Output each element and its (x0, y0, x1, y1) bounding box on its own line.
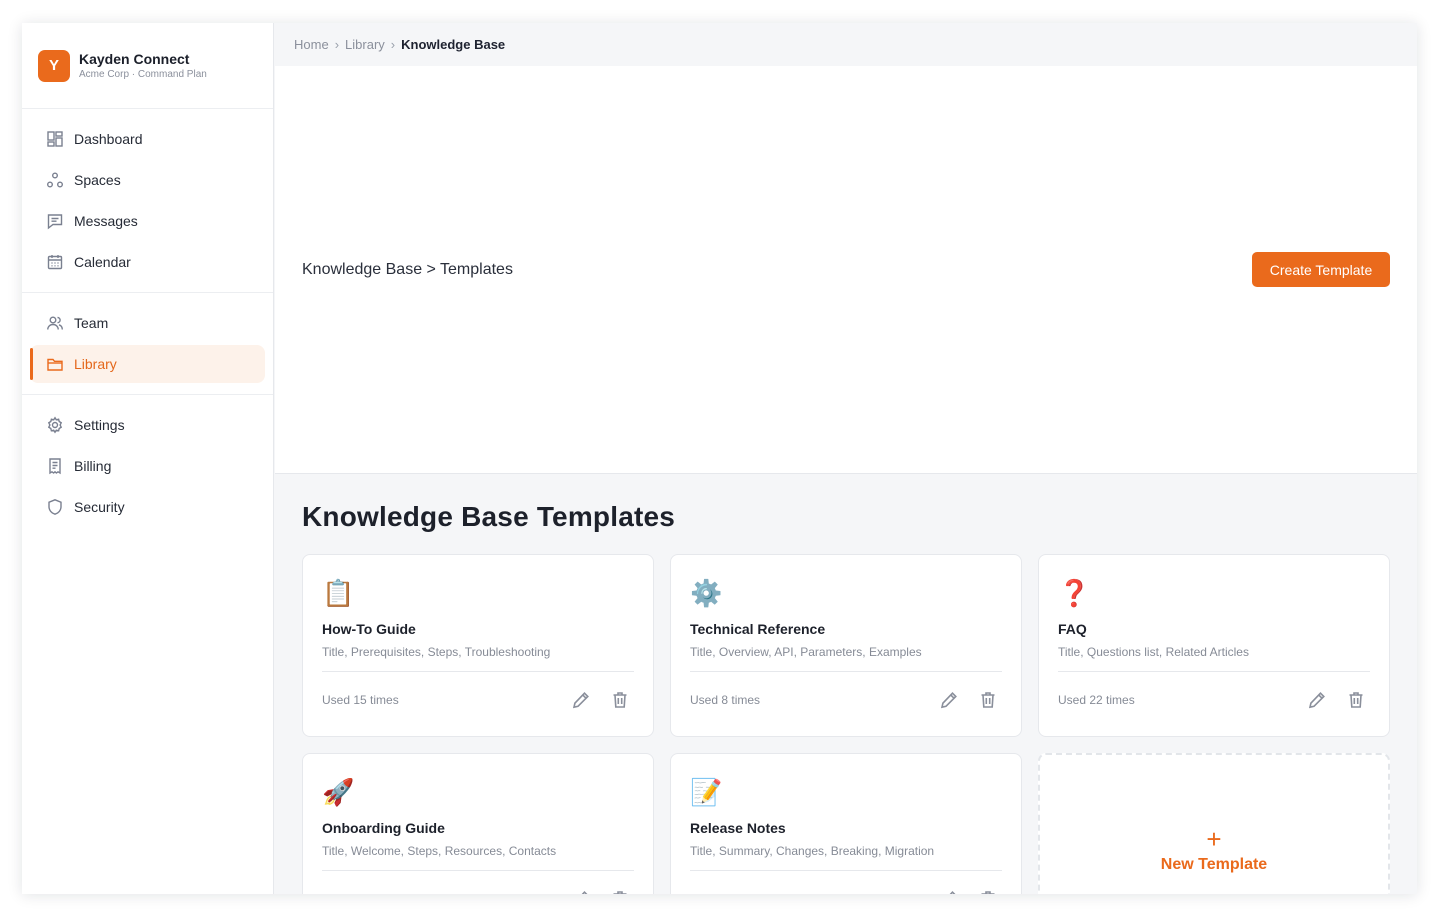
template-fields: Title, Summary, Changes, Breaking, Migra… (690, 844, 935, 858)
brand-subtitle: Acme Corp · Command Plan (79, 68, 207, 80)
template-title: How-To Guide (322, 621, 416, 637)
sidebar-item-label: Spaces (74, 172, 121, 188)
hero-title: Knowledge Base > Templates (302, 261, 513, 278)
edit-icon[interactable] (570, 689, 591, 710)
usage-count: Used 15 times (322, 692, 399, 707)
plus-icon: + (1206, 823, 1222, 854)
sidebar: Y Kayden Connect Acme Corp · Command Pla… (22, 23, 274, 894)
breadcrumb-separator: › (390, 37, 396, 52)
sidebar-item-library[interactable]: Library (30, 345, 265, 383)
template-card[interactable]: 🚀 Onboarding Guide Title, Welcome, Steps, … (302, 753, 654, 894)
card-actions (938, 888, 998, 894)
template-card[interactable]: 📋 How-To Guide Title, Prerequisites, Steps… (302, 554, 654, 737)
sidebar-item-settings[interactable]: Settings (30, 406, 265, 444)
usage-count: Used 22 times (1058, 692, 1135, 707)
template-card[interactable]: ⚙️ Technical Reference Title, Overview, AP… (670, 554, 1022, 737)
delete-icon[interactable] (609, 689, 630, 710)
sidebar-item-calendar[interactable]: Calendar (30, 243, 265, 281)
brand[interactable]: Y Kayden Connect Acme Corp · Command Pla… (22, 23, 273, 109)
breadcrumb: Home › Library › Knowledge Base (275, 23, 1417, 66)
sidebar-item-label: Dashboard (74, 131, 143, 147)
delete-icon[interactable] (609, 888, 630, 894)
card-actions (570, 888, 630, 894)
template-title: Onboarding Guide (322, 820, 445, 836)
nav-group: Team Library (22, 293, 273, 395)
create-template-button[interactable]: Create Template (1252, 252, 1390, 287)
clipboard-icon: 📋 (322, 579, 355, 609)
sidebar-nav: Dashboard Spaces Messages Calendar Team Libra… (22, 109, 273, 537)
hero-panel: Knowledge Base > Templates Create Templa… (275, 66, 1417, 474)
main-area: Home › Library › Knowledge Base Knowledg… (275, 23, 1417, 894)
delete-icon[interactable] (977, 888, 998, 894)
team-icon (46, 314, 64, 332)
new-template-card[interactable]: + New Template (1038, 753, 1390, 894)
breadcrumb-separator: › (334, 37, 340, 52)
sidebar-item-label: Team (74, 315, 109, 331)
nav-group: Dashboard Spaces Messages Calendar (22, 109, 273, 293)
template-title: Release Notes (690, 820, 786, 836)
gear-icon: ⚙️ (690, 579, 723, 609)
delete-icon[interactable] (1345, 689, 1366, 710)
breadcrumb-current: Knowledge Base (401, 37, 506, 52)
template-title: Technical Reference (690, 621, 826, 637)
calendar-icon (46, 253, 64, 271)
brand-logo: Y (38, 49, 70, 82)
page-title: Knowledge Base Templates (302, 501, 676, 532)
card-footer: Used 22 times (1058, 672, 1370, 727)
templates-grid: 📋 How-To Guide Title, Prerequisites, Steps… (302, 554, 1390, 894)
card-actions (1306, 689, 1366, 710)
card-footer (690, 871, 1002, 894)
sidebar-item-team[interactable]: Team (30, 304, 265, 342)
template-fields: Title, Prerequisites, Steps, Troubleshoo… (322, 645, 551, 659)
card-footer: Used 15 times (322, 672, 634, 727)
templates-section: Knowledge Base Templates 📋 How-To Guide Ti… (275, 474, 1417, 894)
sidebar-item-label: Messages (74, 213, 138, 229)
edit-icon[interactable] (938, 689, 959, 710)
folder-icon (46, 355, 64, 373)
sidebar-item-label: Library (74, 356, 117, 372)
messages-icon (46, 212, 64, 230)
gear-icon (46, 416, 64, 434)
spaces-icon (46, 171, 64, 189)
dashboard-icon (46, 130, 64, 148)
sidebar-item-billing[interactable]: Billing (30, 447, 265, 485)
memo-icon: 📝 (690, 778, 723, 808)
delete-icon[interactable] (977, 689, 998, 710)
new-template-label: New Template (1160, 855, 1268, 873)
sidebar-item-messages[interactable]: Messages (30, 202, 265, 240)
template-fields: Title, Welcome, Steps, Resources, Contac… (322, 844, 557, 858)
template-card[interactable]: 📝 Release Notes Title, Summary, Changes, B… (670, 753, 1022, 894)
card-actions (570, 689, 630, 710)
card-footer: Used 8 times (690, 672, 1002, 727)
template-title: FAQ (1058, 621, 1087, 637)
sidebar-item-spaces[interactable]: Spaces (30, 161, 265, 199)
sidebar-item-label: Billing (74, 458, 112, 474)
nav-group: Settings Billing Security (22, 395, 273, 537)
sidebar-item-security[interactable]: Security (30, 488, 265, 526)
template-fields: Title, Overview, API, Parameters, Exampl… (690, 645, 922, 659)
card-actions (938, 689, 998, 710)
sidebar-item-label: Calendar (74, 254, 131, 270)
edit-icon[interactable] (570, 888, 591, 894)
edit-icon[interactable] (1306, 689, 1327, 710)
sidebar-item-label: Security (74, 499, 125, 515)
shield-icon (46, 498, 64, 516)
breadcrumb-library[interactable]: Library (345, 37, 385, 52)
receipt-icon (46, 457, 64, 475)
template-card[interactable]: ❓ FAQ Title, Questions list, Related Artic… (1038, 554, 1390, 737)
breadcrumb-home[interactable]: Home (294, 37, 329, 52)
usage-count: Used 8 times (690, 692, 761, 707)
edit-icon[interactable] (938, 888, 959, 894)
brand-name: Kayden Connect (79, 50, 190, 67)
sidebar-item-dashboard[interactable]: Dashboard (30, 120, 265, 158)
sidebar-item-label: Settings (74, 417, 125, 433)
app-window: Y Kayden Connect Acme Corp · Command Pla… (22, 23, 1417, 894)
question-icon: ❓ (1058, 579, 1091, 609)
rocket-icon: 🚀 (322, 778, 355, 808)
template-fields: Title, Questions list, Related Articles (1058, 645, 1249, 659)
card-footer (322, 871, 634, 894)
